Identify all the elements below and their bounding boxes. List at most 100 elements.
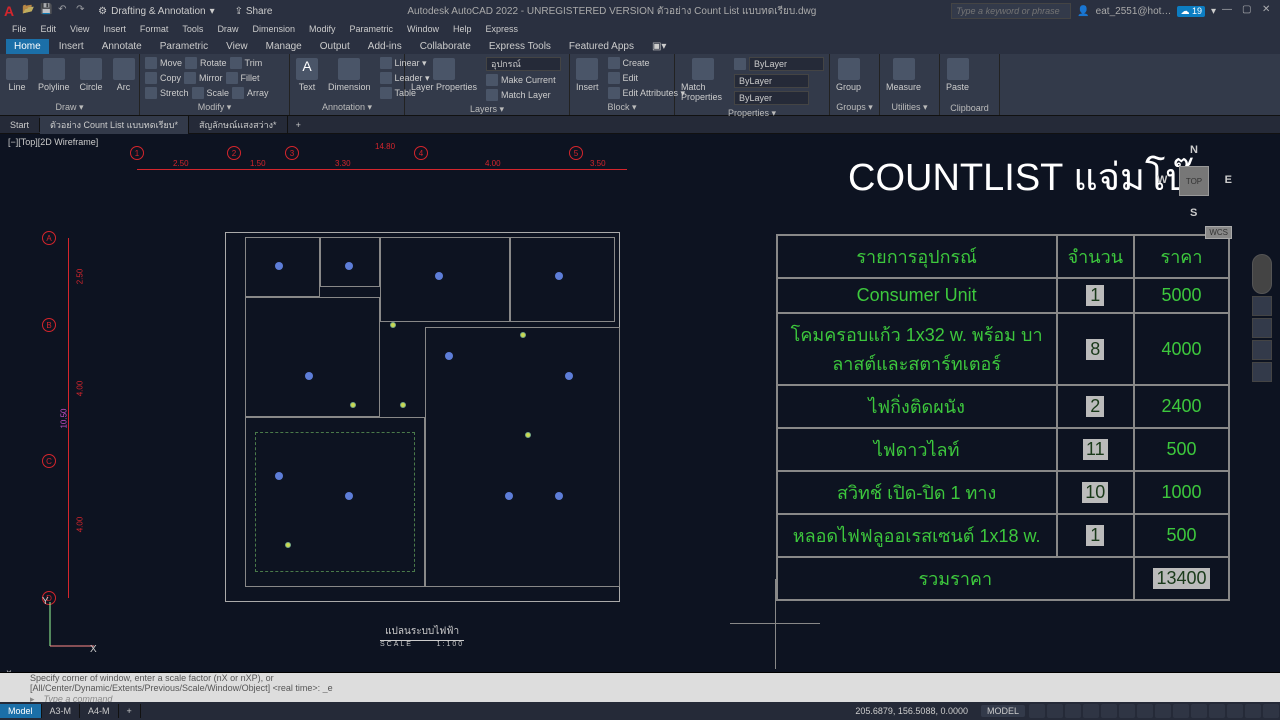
nav-wheel-button[interactable] [1252, 254, 1272, 294]
lineweight-dropdown[interactable]: ByLayer [734, 74, 809, 88]
drawing-canvas[interactable]: [−][Top][2D Wireframe] 1 2 3 4 5 2.50 1.… [0, 134, 1280, 672]
tab-addins[interactable]: Add-ins [360, 39, 410, 54]
wcs-label[interactable]: WCS [1205, 226, 1232, 239]
move-button[interactable]: Move [160, 58, 182, 68]
cloud-badge[interactable]: ☁ 19 [1177, 6, 1205, 17]
lineweight-toggle[interactable] [1137, 704, 1153, 718]
stretch-button[interactable]: Stretch [160, 88, 189, 98]
panel-properties-label[interactable]: Properties ▾ [678, 106, 826, 119]
fillet-button[interactable]: Fillet [241, 73, 260, 83]
model-space-button[interactable]: MODEL [981, 705, 1025, 717]
rotate-button[interactable]: Rotate [200, 58, 227, 68]
text-button[interactable]: AText [293, 56, 321, 94]
maximize-button[interactable]: ▢ [1242, 4, 1256, 18]
polyline-button[interactable]: Polyline [35, 56, 73, 94]
hardware-accel-button[interactable] [1227, 704, 1243, 718]
coordinates-readout[interactable]: 205.6879, 156.5088, 0.0000 [855, 706, 968, 716]
mirror-button[interactable]: Mirror [199, 73, 223, 83]
nav-pan-button[interactable] [1252, 296, 1272, 316]
help-search-input[interactable] [951, 3, 1071, 19]
menu-format[interactable]: Format [134, 24, 175, 34]
layout-add-button[interactable]: + [119, 704, 141, 718]
ortho-toggle[interactable] [1065, 704, 1081, 718]
cube-south[interactable]: S [1190, 207, 1197, 219]
qat-redo-icon[interactable]: ↷ [76, 4, 90, 18]
viewport-label[interactable]: [−][Top][2D Wireframe] [8, 137, 98, 147]
customize-button[interactable] [1263, 704, 1279, 718]
layer-dropdown[interactable]: อุปกรณ์ [486, 57, 561, 71]
nav-orbit-button[interactable] [1252, 340, 1272, 360]
cube-east[interactable]: E [1225, 174, 1232, 186]
share-button[interactable]: ⇪ Share [235, 6, 273, 17]
grid-toggle[interactable] [1029, 704, 1045, 718]
layer-properties-button[interactable]: Layer Properties [408, 56, 480, 94]
cube-top-face[interactable]: TOP [1179, 166, 1209, 196]
menu-edit[interactable]: Edit [35, 24, 63, 34]
osnap-toggle[interactable] [1101, 704, 1117, 718]
tab-collaborate[interactable]: Collaborate [412, 39, 479, 54]
qat-undo-icon[interactable]: ↶ [58, 4, 72, 18]
menu-modify[interactable]: Modify [303, 24, 342, 34]
file-tab-symbols[interactable]: สัญลักษณ์แสงสว่าง* [189, 116, 288, 134]
model-tab[interactable]: Model [0, 704, 42, 718]
match-properties-button[interactable]: Match Properties [678, 56, 728, 104]
menu-dimension[interactable]: Dimension [246, 24, 301, 34]
file-tab-current[interactable]: ตัวอย่าง Count List แบบทดเรียบ* [40, 116, 189, 134]
tab-home[interactable]: Home [6, 39, 49, 54]
isolate-button[interactable] [1209, 704, 1225, 718]
file-tab-start[interactable]: Start [0, 118, 40, 132]
ribbon-expand-icon[interactable]: ▣▾ [644, 39, 674, 54]
new-tab-button[interactable]: + [288, 120, 309, 130]
otrack-toggle[interactable] [1119, 704, 1135, 718]
menu-file[interactable]: File [6, 24, 33, 34]
workspace-button[interactable] [1191, 704, 1207, 718]
panel-annotation-label[interactable]: Annotation ▾ [293, 100, 401, 113]
user-name[interactable]: eat_2551@hot… [1096, 6, 1172, 17]
trim-button[interactable]: Trim [245, 58, 263, 68]
clean-screen-button[interactable] [1245, 704, 1261, 718]
menu-tools[interactable]: Tools [176, 24, 209, 34]
ucs-icon[interactable]: Y X [42, 594, 102, 654]
workspace-switcher[interactable]: ⚙ Drafting & Annotation ▾ [98, 6, 215, 17]
command-line[interactable]: Specify corner of window, enter a scale … [0, 672, 1280, 702]
view-cube[interactable]: N S W E TOP [1157, 144, 1232, 219]
tab-output[interactable]: Output [312, 39, 358, 54]
tab-express-tools[interactable]: Express Tools [481, 39, 559, 54]
array-button[interactable]: Array [247, 88, 269, 98]
app-menu-icon[interactable]: ▾ [1211, 6, 1216, 17]
tab-view[interactable]: View [218, 39, 256, 54]
menu-express[interactable]: Express [480, 24, 525, 34]
menu-window[interactable]: Window [401, 24, 445, 34]
annotation-scale-button[interactable] [1173, 704, 1189, 718]
menu-view[interactable]: View [64, 24, 95, 34]
panel-block-label[interactable]: Block ▾ [573, 100, 671, 113]
insert-block-button[interactable]: Insert [573, 56, 602, 94]
snap-toggle[interactable] [1047, 704, 1063, 718]
line-button[interactable]: Line [3, 56, 31, 94]
layout-tab-a4[interactable]: A4-M [80, 704, 119, 718]
make-current-button[interactable]: Make Current [484, 73, 563, 87]
menu-parametric[interactable]: Parametric [344, 24, 400, 34]
polar-toggle[interactable] [1083, 704, 1099, 718]
circle-button[interactable]: Circle [77, 56, 106, 94]
panel-groups-label[interactable]: Groups ▾ [833, 100, 876, 113]
menu-draw[interactable]: Draw [211, 24, 244, 34]
arc-button[interactable]: Arc [110, 56, 138, 94]
linetype-dropdown[interactable]: ByLayer [734, 91, 809, 105]
tab-parametric[interactable]: Parametric [152, 39, 216, 54]
tab-annotate[interactable]: Annotate [94, 39, 150, 54]
tab-featured-apps[interactable]: Featured Apps [561, 39, 642, 54]
paste-button[interactable]: Paste [943, 56, 972, 94]
copy-button[interactable]: Copy [160, 73, 181, 83]
match-layer-button[interactable]: Match Layer [484, 88, 563, 102]
nav-zoom-button[interactable] [1252, 318, 1272, 338]
panel-layers-label[interactable]: Layers ▾ [408, 102, 566, 115]
group-button[interactable]: Group [833, 56, 864, 94]
tab-manage[interactable]: Manage [258, 39, 310, 54]
cube-north[interactable]: N [1190, 144, 1198, 156]
signin-icon[interactable]: 👤 [1077, 6, 1089, 17]
menu-insert[interactable]: Insert [97, 24, 132, 34]
tab-insert[interactable]: Insert [51, 39, 92, 54]
layout-tab-a3[interactable]: A3-M [42, 704, 81, 718]
dimension-button[interactable]: Dimension [325, 56, 374, 94]
